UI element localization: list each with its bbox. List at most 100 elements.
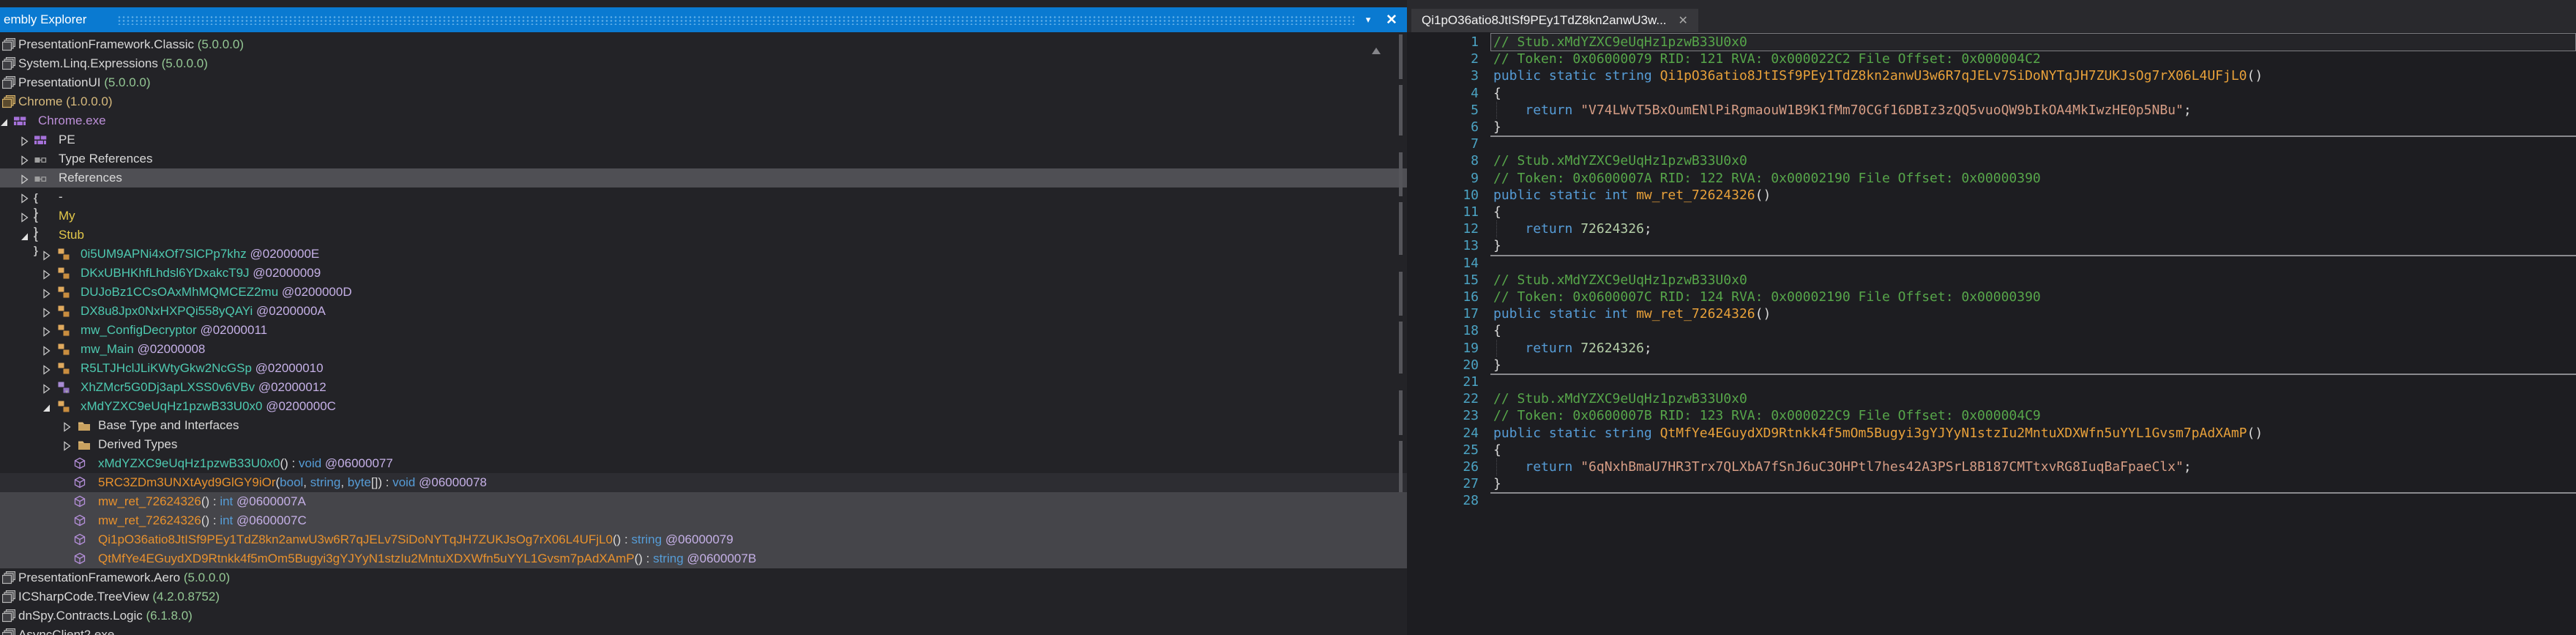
line-number: 20 [1407, 357, 1479, 374]
tree-item[interactable]: Derived Types [0, 435, 1407, 454]
tab-decompiled-method[interactable]: Qi1pO36atio8JtISf9PEy1TdZ8kn2anwU3w... ✕ [1411, 9, 1698, 32]
code-line: 4{ [1407, 85, 2576, 102]
method-icon [73, 476, 86, 489]
tree-item[interactable]: System.Linq.Expressions (5.0.0.0) [0, 54, 1407, 73]
tree-item[interactable]: PresentationFramework.Aero (5.0.0.0) [0, 568, 1407, 587]
tree-item[interactable]: xMdYZXC9eUqHz1pzwB33U0x0 @0200000C [0, 397, 1407, 416]
expander-expanded-icon[interactable] [20, 231, 29, 239]
expander-collapsed-icon[interactable] [20, 212, 29, 220]
tree-item-label: Chrome (1.0.0.0) [18, 94, 113, 109]
scrollbar-thumb-segment[interactable] [1399, 390, 1403, 435]
tree-item[interactable]: AsyncClient2.exe [0, 625, 1407, 635]
tree-item[interactable]: QtMfYe4EGuydXD9Rtnkk4f5mOm5Bugyi3gYJYyN1… [0, 549, 1407, 568]
indent-guide [1496, 220, 1498, 237]
scrollbar-thumb-segment[interactable] [1399, 202, 1403, 255]
tree-item[interactable]: { }My [0, 207, 1407, 226]
tree-item[interactable]: Type References [0, 149, 1407, 168]
assembly-icon [2, 57, 15, 70]
tree-item[interactable]: References [0, 168, 1407, 187]
line-number: 11 [1407, 204, 1479, 220]
tree-item[interactable]: dnSpy.Contracts.Logic (6.1.8.0) [0, 606, 1407, 625]
expander-collapsed-icon[interactable] [42, 345, 51, 354]
tree-item[interactable]: ICSharpCode.TreeView (4.2.0.8752) [0, 587, 1407, 606]
assembly-explorer-titlebar[interactable]: embly Explorer ▾ ✕ [0, 7, 1407, 32]
code-text: return 72624326; [1493, 340, 1652, 357]
line-number: 8 [1407, 152, 1479, 169]
line-number: 2 [1407, 51, 1479, 67]
code-line: 8// Stub.xMdYZXC9eUqHz1pzwB33U0x0 [1407, 152, 2576, 169]
tree-item[interactable]: DKxUBHKhfLhdsl6YDxakcT9J @02000009 [0, 264, 1407, 283]
class-icon [57, 248, 70, 261]
assembly-icon [2, 609, 15, 623]
expander-collapsed-icon[interactable] [63, 440, 72, 449]
code-text: // Stub.xMdYZXC9eUqHz1pzwB33U0x0 [1493, 390, 1747, 407]
code-line: 23// Token: 0x0600007B RID: 123 RVA: 0x0… [1407, 407, 2576, 424]
expander-collapsed-icon[interactable] [42, 383, 51, 392]
dnspy-window: embly Explorer ▾ ✕ PresentationFramework… [0, 0, 2576, 635]
expander-collapsed-icon[interactable] [20, 155, 29, 163]
svg-text:♥: ♥ [65, 390, 68, 394]
scrollbar-thumb-segment[interactable] [1399, 322, 1403, 374]
line-number: 26 [1407, 458, 1479, 475]
method-icon [73, 552, 86, 565]
tree-item[interactable]: mw_Main @02000008 [0, 340, 1407, 359]
ns-icon: { } [34, 229, 47, 242]
tree-item[interactable]: mw_ret_72624326() : int @0600007C [0, 511, 1407, 530]
line-number: 18 [1407, 322, 1479, 339]
expander-expanded-icon[interactable] [0, 116, 9, 125]
tab-close-icon[interactable]: ✕ [1679, 13, 1688, 28]
code-text: } [1493, 119, 1501, 135]
line-number: 21 [1407, 374, 1479, 390]
code-text: public static int mw_ret_72624326() [1493, 187, 1771, 204]
tree-item[interactable]: mw_ret_72624326() : int @0600007A [0, 492, 1407, 511]
panel-menu-button[interactable]: ▾ [1359, 7, 1378, 32]
panel-title-text: embly Explorer [4, 12, 86, 27]
tree-item[interactable]: DUJoBz1CCsOAxMhMQMCEZ2mu @0200000D [0, 283, 1407, 302]
refs-icon [34, 152, 47, 166]
tree-item[interactable]: PE [0, 130, 1407, 149]
tree-item[interactable]: Chrome.exe [0, 111, 1407, 130]
tree-item-label: ICSharpCode.TreeView (4.2.0.8752) [18, 590, 220, 604]
expander-collapsed-icon[interactable] [42, 250, 51, 259]
expander-collapsed-icon[interactable] [42, 326, 51, 335]
expander-collapsed-icon[interactable] [42, 269, 51, 278]
code-text: } [1493, 357, 1501, 374]
code-editor[interactable]: 1// Stub.xMdYZXC9eUqHz1pzwB33U0x02// Tok… [1407, 32, 2576, 635]
scrollbar-thumb-segment[interactable] [1399, 34, 1403, 79]
scrollbar-thumb-segment[interactable] [1399, 441, 1403, 492]
tree-item[interactable]: R5LTJHclJLiKWtyGkw2NcGSp @02000010 [0, 359, 1407, 378]
tree-item[interactable]: ♥XhZMcr5G0Dj3apLXSS0v6VBv @02000012 [0, 378, 1407, 397]
class-icon [57, 400, 70, 413]
tree-item[interactable]: Base Type and Interfaces [0, 416, 1407, 435]
line-number: 9 [1407, 170, 1479, 187]
scroll-up-arrow-icon[interactable] [1371, 47, 1381, 56]
scrollbar-thumb-segment[interactable] [1399, 272, 1403, 316]
tree-item[interactable]: PresentationUI (5.0.0.0) [0, 73, 1407, 92]
expander-collapsed-icon[interactable] [20, 174, 29, 182]
expander-collapsed-icon[interactable] [20, 193, 29, 201]
tree-item[interactable]: DX8u8Jpx0NxHXPQi558yQAYi @0200000A [0, 302, 1407, 321]
tree-item[interactable]: Chrome (1.0.0.0) [0, 92, 1407, 111]
tree-item[interactable]: { }Stub [0, 226, 1407, 245]
tree-item[interactable]: mw_ConfigDecryptor @02000011 [0, 321, 1407, 340]
scrollbar-thumb-segment[interactable] [1399, 152, 1403, 196]
tree-item[interactable]: { }- [0, 187, 1407, 207]
scrollbar-thumb-segment[interactable] [1399, 85, 1403, 135]
expander-collapsed-icon[interactable] [42, 288, 51, 297]
panel-close-button[interactable]: ✕ [1382, 7, 1401, 32]
tree-item[interactable]: PresentationFramework.Classic (5.0.0.0) [0, 35, 1407, 54]
tree-item-label: R5LTJHclJLiKWtyGkw2NcGSp @02000010 [81, 361, 324, 376]
assembly-tree[interactable]: PresentationFramework.Classic (5.0.0.0) … [0, 32, 1407, 635]
expander-expanded-icon[interactable] [42, 402, 51, 411]
line-number: 17 [1407, 305, 1479, 322]
expander-collapsed-icon[interactable] [63, 421, 72, 430]
tree-item[interactable]: 0i5UM9APNi4xOf7SlCPp7khz @0200000E [0, 245, 1407, 264]
expander-collapsed-icon[interactable] [42, 364, 51, 373]
tree-item-label: PresentationUI (5.0.0.0) [18, 75, 151, 90]
expander-collapsed-icon[interactable] [20, 135, 29, 144]
tree-item[interactable]: 5RC3ZDm3UNXtAyd9GlGY9iOr(bool, string, b… [0, 473, 1407, 492]
code-text: return "6qNxhBmaU7HR3Trx7QLXbA7fSnJ6uC3O… [1493, 458, 2192, 475]
tree-item[interactable]: Qi1pO36atio8JtISf9PEy1TdZ8kn2anwU3w6R7qJ… [0, 530, 1407, 549]
tree-item[interactable]: xMdYZXC9eUqHz1pzwB33U0x0() : void @06000… [0, 454, 1407, 473]
expander-collapsed-icon[interactable] [42, 307, 51, 316]
